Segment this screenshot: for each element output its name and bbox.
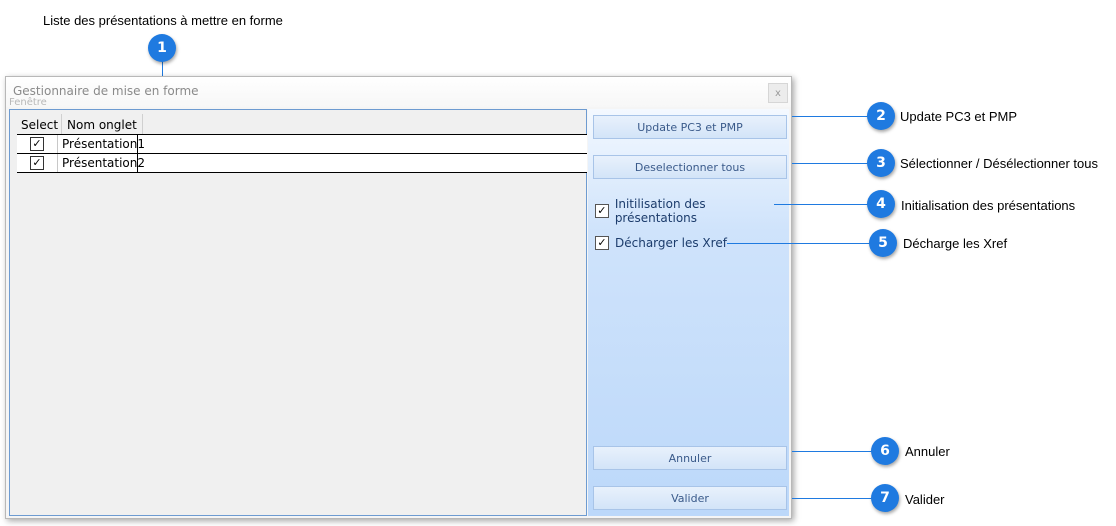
callout-6: 6 [871,437,899,465]
row-checkbox[interactable]: ✓ [30,137,44,151]
init-presentations-checkbox[interactable]: ✓ [595,204,609,218]
callout-7: 7 [871,484,899,512]
cancel-button[interactable]: Annuler [593,446,787,470]
deselect-all-button[interactable]: Deselectionner tous [593,155,787,179]
callout-3: 3 [867,149,895,177]
callout-1: 1 [148,34,176,62]
unload-xref-option[interactable]: ✓ Décharger les Xref [595,236,727,250]
table-row[interactable]: ✓ Présentation2 [17,153,587,173]
window-subtitle: Fenêtre [9,97,47,108]
callout-2: 2 [867,102,895,130]
unload-xref-label[interactable]: Décharger les Xref [615,236,727,250]
callout-5: 5 [869,229,897,257]
close-icon: x [775,87,781,99]
annotation-3-text: Sélectionner / Désélectionner tous [900,156,1099,171]
update-pc3-pmp-button[interactable]: Update PC3 et PMP [593,115,787,139]
row-name[interactable]: Présentation2 [58,154,145,172]
annotation-5-text: Décharge les Xref [903,236,1008,251]
callout-4-connector [774,204,868,205]
main-window: Gestionnaire de mise en forme Fenêtre x … [5,76,792,519]
callout-7-connector [792,498,872,499]
unload-xref-checkbox[interactable]: ✓ [595,236,609,250]
annotation-2-text: Update PC3 et PMP [900,109,1018,124]
callout-5-connector [727,243,870,244]
window-title: Gestionnaire de mise en forme [13,84,199,98]
init-presentations-label[interactable]: Initilisation des présentations [615,197,789,225]
annotation-4-text: Initialisation des présentations [901,198,1076,213]
column-header-name[interactable]: Nom onglet [62,114,143,136]
column-header-select[interactable]: Select [17,114,62,136]
callout-4: 4 [867,190,895,218]
actions-panel: Update PC3 et PMP Deselectionner tous ✓ … [588,109,789,516]
presentation-list[interactable]: Select Nom onglet ✓ Présentation1 ✓ Prés… [9,109,587,516]
validate-button[interactable]: Valider [593,486,787,510]
row-select-cell[interactable]: ✓ [17,154,58,172]
annotation-list-label: Liste des présentations à mettre en form… [43,13,283,28]
close-button[interactable]: x [768,83,788,103]
row-checkbox[interactable]: ✓ [30,156,44,170]
annotation-7-text: Valider [905,492,945,507]
grid-header: Select Nom onglet [17,114,143,136]
title-bar[interactable]: Gestionnaire de mise en forme Fenêtre x [6,77,791,108]
table-row[interactable]: ✓ Présentation1 [17,134,587,154]
row-name[interactable]: Présentation1 [58,135,145,153]
callout-3-connector [792,163,868,164]
init-presentations-option[interactable]: ✓ Initilisation des présentations [595,197,789,225]
callout-6-connector [792,451,872,452]
callout-2-connector [792,116,868,117]
row-select-cell[interactable]: ✓ [17,135,58,153]
annotation-6-text: Annuler [905,444,950,459]
